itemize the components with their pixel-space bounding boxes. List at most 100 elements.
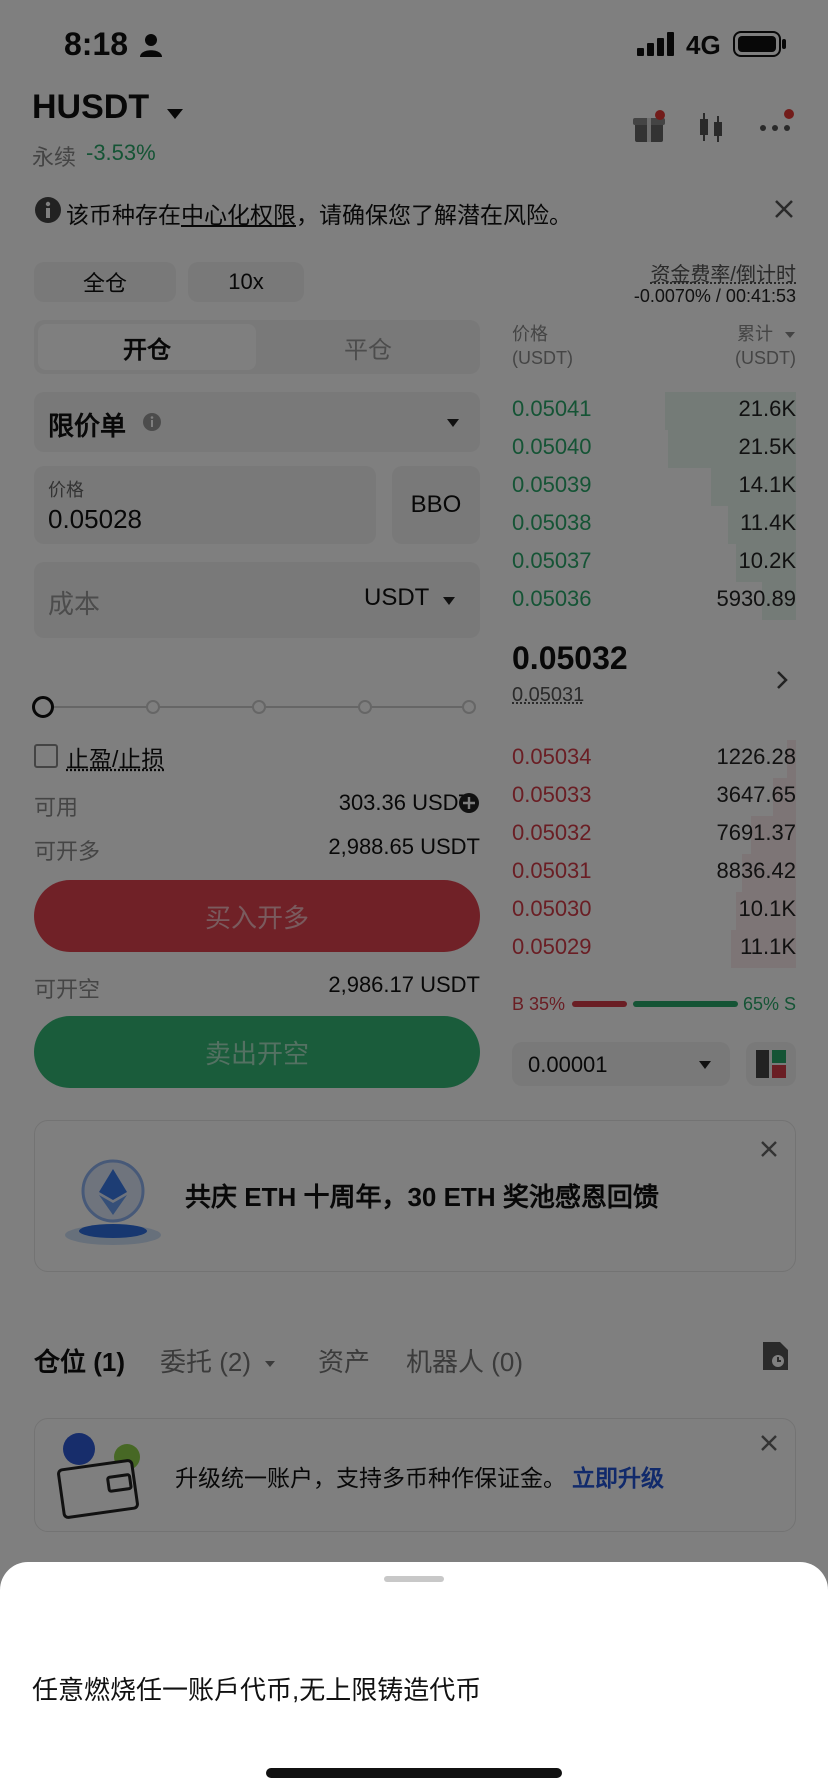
mark-price[interactable]: 0.05031	[512, 684, 584, 707]
upgrade-now-link[interactable]: 立即升级	[572, 1465, 664, 1491]
price-input-label: 价格	[48, 480, 84, 500]
battery-icon	[733, 30, 787, 58]
margin-mode-label: 全仓	[82, 271, 127, 296]
cost-input[interactable]: 成本 USDT	[34, 562, 480, 638]
promo-text: 共庆 ETH 十周年，30 ETH 奖池感恩回馈	[185, 1182, 659, 1212]
bottom-sheet: 任意燃烧任一账戶代币,无上限铸造代币	[0, 1562, 828, 1792]
max-short-label: 可开空	[34, 977, 101, 1002]
info-icon	[34, 196, 62, 224]
tab-bots[interactable]: 机器人 (0)	[406, 1342, 523, 1379]
cost-input-placeholder: 成本	[48, 589, 101, 619]
symbol-selector[interactable]: HUSDT	[32, 88, 184, 132]
leverage-label: 10x	[228, 269, 264, 294]
price-input[interactable]: 价格 0.05028	[34, 466, 376, 544]
funding-rate-label[interactable]: 资金费率/倒计时	[650, 258, 796, 287]
add-circle-icon[interactable]	[458, 792, 480, 814]
ask-row[interactable]: 0.05039 14.1K	[512, 468, 796, 506]
tab-close-label: 平仓	[344, 336, 392, 364]
slider-stop[interactable]	[358, 700, 372, 714]
orderbook-layout-button[interactable]	[746, 1042, 796, 1086]
ask-row[interactable]: 0.05038 11.4K	[512, 506, 796, 544]
position-tab-switch: 开仓 平仓	[34, 320, 480, 374]
sell-short-button[interactable]: 卖出开空	[34, 1016, 480, 1088]
order-type-label: 限价单	[48, 411, 127, 441]
slider-stop[interactable]	[462, 700, 476, 714]
promo-card[interactable]: 共庆 ETH 十周年，30 ETH 奖池感恩回馈	[34, 1120, 796, 1272]
sheet-drag-handle[interactable]	[384, 1576, 444, 1582]
slider-thumb[interactable]	[32, 696, 54, 718]
tab-close[interactable]: 平仓	[260, 324, 476, 370]
order-price: 0.05032	[512, 820, 592, 845]
upgrade-banner-content: 升级统一账户，支持多币种作保证金。 立即升级	[175, 1459, 664, 1493]
tab-orders[interactable]: 委托 (2)	[160, 1342, 276, 1379]
buy-ratio-bar	[572, 1001, 627, 1007]
wallet-icon	[53, 1429, 149, 1521]
order-price: 0.05036	[512, 586, 592, 611]
bid-row[interactable]: 0.05032 7691.37	[512, 816, 796, 854]
tab-assets[interactable]: 资产	[318, 1342, 370, 1379]
caret-down-icon	[166, 108, 184, 120]
order-amount: 5930.89	[716, 586, 796, 611]
orderbook-amount-header-unit: (USDT)	[735, 348, 796, 368]
cost-unit-label: USDT	[364, 584, 430, 611]
gift-icon[interactable]	[632, 110, 666, 144]
network-label: 4G	[686, 30, 721, 60]
ask-row[interactable]: 0.05041 21.6K	[512, 392, 796, 430]
tab-positions[interactable]: 仓位 (1)	[34, 1342, 125, 1379]
sell-short-label: 卖出开空	[204, 1038, 309, 1069]
ask-row[interactable]: 0.05036 5930.89	[512, 582, 796, 620]
status-time: 8:18	[64, 26, 129, 62]
bid-row[interactable]: 0.05029 11.1K	[512, 930, 796, 968]
max-long-label: 可开多	[34, 839, 101, 864]
history-icon[interactable]	[760, 1340, 790, 1372]
layout-icon	[756, 1050, 786, 1078]
risk-notice-link[interactable]: 中心化权限	[181, 202, 296, 228]
ask-row[interactable]: 0.05037 10.2K	[512, 544, 796, 582]
cost-unit-select[interactable]: USDT	[364, 584, 456, 612]
slider-stop[interactable]	[146, 700, 160, 714]
order-price: 0.05033	[512, 782, 592, 807]
ask-row[interactable]: 0.05040 21.5K	[512, 430, 796, 468]
orderbook-price-header-label: 价格	[512, 324, 548, 344]
amount-slider[interactable]	[32, 696, 476, 718]
bid-row[interactable]: 0.05034 1226.28	[512, 740, 796, 778]
bbo-label: BBO	[410, 491, 462, 518]
risk-notice: 该币种存在中心化权限，请确保您了解潜在风险。	[66, 196, 572, 230]
bid-row[interactable]: 0.05030 10.1K	[512, 892, 796, 930]
info-icon[interactable]	[142, 412, 162, 432]
order-amount: 8836.42	[716, 858, 796, 883]
available-label: 可用	[34, 795, 79, 820]
last-price: 0.05032	[512, 640, 628, 676]
more-icon[interactable]	[758, 108, 794, 138]
chevron-right-icon[interactable]	[776, 670, 788, 690]
bid-row[interactable]: 0.05033 3647.65	[512, 778, 796, 816]
order-amount: 11.4K	[740, 510, 796, 535]
order-price: 0.05038	[512, 510, 592, 535]
tab-orders-label: 委托 (2)	[160, 1347, 252, 1377]
slider-stop[interactable]	[252, 700, 266, 714]
caret-down-icon	[264, 1360, 276, 1368]
order-price: 0.05037	[512, 548, 592, 573]
orderbook-price-header: 价格 (USDT)	[512, 322, 573, 370]
bid-row[interactable]: 0.05031 8836.42	[512, 854, 796, 892]
margin-mode-button[interactable]: 全仓	[34, 262, 176, 302]
order-amount: 21.5K	[738, 434, 797, 459]
bbo-button[interactable]: BBO	[392, 466, 480, 544]
tp-sl-label[interactable]: 止盈/止损	[66, 740, 164, 774]
eth-coin-icon	[61, 1147, 165, 1251]
home-indicator	[266, 1768, 562, 1778]
close-icon[interactable]	[773, 198, 795, 220]
close-icon[interactable]	[759, 1433, 779, 1453]
tp-sl-checkbox[interactable]	[34, 744, 58, 768]
buy-long-button[interactable]: 买入开多	[34, 880, 480, 952]
leverage-button[interactable]: 10x	[188, 262, 304, 302]
order-type-select[interactable]: 限价单	[34, 392, 480, 452]
close-icon[interactable]	[759, 1139, 779, 1159]
precision-select[interactable]: 0.00001	[512, 1042, 730, 1086]
orderbook-amount-header[interactable]: 累计 (USDT)	[735, 322, 796, 370]
caret-down-icon	[442, 596, 456, 606]
caret-down-icon	[784, 331, 796, 339]
upgrade-banner[interactable]: 升级统一账户，支持多币种作保证金。 立即升级	[34, 1418, 796, 1532]
tab-open[interactable]: 开仓	[38, 324, 256, 370]
candlestick-chart-icon[interactable]	[694, 110, 728, 144]
